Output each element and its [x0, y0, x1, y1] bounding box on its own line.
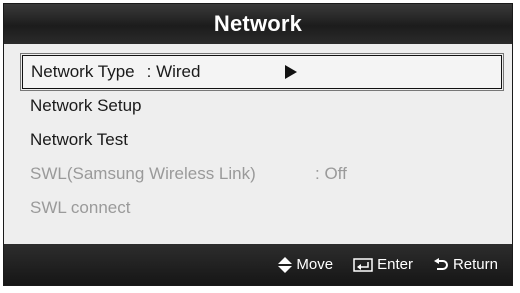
menu-title: Network	[213, 11, 303, 36]
network-test-label: Network Test	[30, 130, 128, 149]
hint-return: Return	[433, 256, 498, 273]
menu-item-network-test[interactable]: Network Test	[22, 123, 502, 157]
move-label: Move	[296, 256, 334, 273]
swl-connect-label: SWL connect	[30, 198, 131, 217]
return-arrow-icon	[433, 257, 448, 270]
hint-move: Move	[278, 256, 333, 273]
swl-value: : Off	[315, 164, 347, 183]
enter-icon	[353, 257, 373, 272]
menu-item-network-type[interactable]: Network Type : Wired	[20, 53, 504, 91]
menu-item-network-setup[interactable]: Network Setup	[22, 89, 502, 123]
menu-list: Network Type : Wired Network Setup Netwo…	[20, 53, 504, 225]
play-arrow-icon	[285, 65, 297, 79]
network-setup-label: Network Setup	[30, 96, 142, 115]
up-down-arrows-icon	[278, 256, 293, 273]
menu-item-swl-connect: SWL connect	[22, 191, 502, 225]
return-label: Return	[452, 256, 498, 273]
menu-item-swl: SWL(Samsung Wireless Link) : Off	[22, 157, 502, 191]
enter-label: Enter	[377, 256, 413, 273]
title-bar: Network	[4, 4, 512, 44]
button-hint-bar: Move Enter Return	[4, 244, 512, 285]
network-menu-window: Network Network Type : Wired Network Set…	[3, 3, 513, 286]
network-type-value: : Wired	[146, 62, 201, 81]
network-type-label: Network Type	[31, 62, 135, 81]
swl-label: SWL(Samsung Wireless Link)	[30, 164, 256, 183]
hint-enter: Enter	[353, 256, 413, 273]
